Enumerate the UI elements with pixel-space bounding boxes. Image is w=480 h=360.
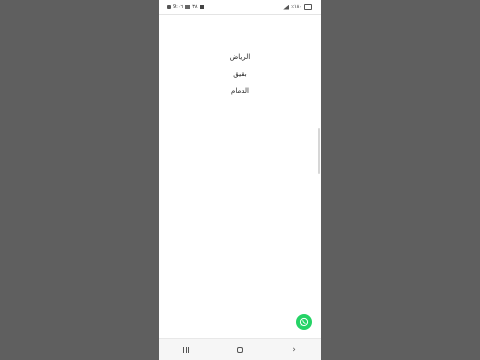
status-bar: 9:٠٦ ٣٨ ٪١٨٠ — [159, 0, 321, 15]
city-item-buqayq[interactable]: بقيق — [233, 71, 246, 78]
recents-icon — [183, 347, 189, 353]
status-right: ٪١٨٠ — [283, 4, 312, 10]
back-button[interactable]: › — [284, 343, 304, 357]
home-icon — [237, 347, 243, 353]
signal-icon — [283, 4, 290, 10]
photo-icon — [199, 5, 204, 9]
notification-count: ٣٨ — [192, 4, 198, 10]
notification-icon — [185, 5, 191, 9]
city-item-dammam[interactable]: الدمام — [231, 88, 249, 95]
battery-percent: ٪١٨٠ — [291, 4, 302, 10]
recents-button[interactable] — [176, 343, 196, 357]
status-left: 9:٠٦ ٣٨ — [167, 4, 204, 10]
navigation-bar: › — [159, 338, 321, 360]
status-time: 9:٠٦ — [173, 4, 184, 10]
city-item-riyadh[interactable]: الرياض — [230, 54, 250, 61]
lock-icon — [167, 5, 171, 9]
battery-icon — [304, 4, 312, 10]
scrollbar-thumb[interactable] — [318, 128, 320, 174]
whatsapp-button[interactable] — [296, 314, 312, 330]
home-button[interactable] — [230, 343, 250, 357]
phone-screen: 9:٠٦ ٣٨ ٪١٨٠ الرياض بقيق الدمام › — [159, 0, 321, 360]
city-list: الرياض بقيق الدمام — [159, 54, 321, 95]
whatsapp-icon — [299, 317, 309, 327]
back-icon: › — [292, 344, 296, 355]
